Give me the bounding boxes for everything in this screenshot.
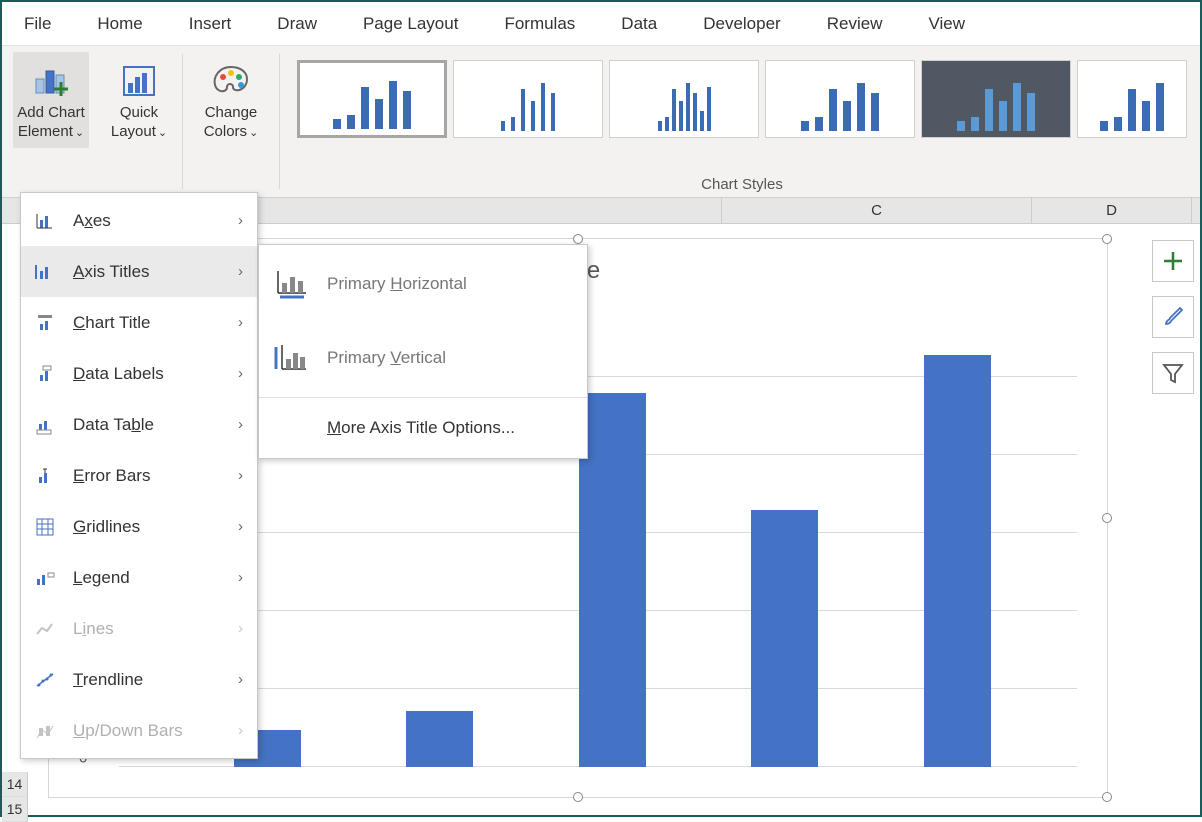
legend-icon [31, 567, 59, 589]
axis-titles-submenu: Primary Horizontal Primary Vertical More… [258, 244, 588, 459]
change-colors-button[interactable]: Change Colors⌄ [200, 52, 263, 148]
chevron-right-icon: › [238, 416, 243, 433]
data-table-icon [31, 414, 59, 436]
submenu-primary-vertical[interactable]: Primary Vertical [259, 321, 587, 395]
quick-layout-icon [118, 58, 160, 104]
tab-review[interactable]: Review [825, 8, 885, 40]
ribbon-tabs: File Home Insert Draw Page Layout Formul… [2, 2, 1200, 46]
chevron-right-icon: › [238, 314, 243, 331]
chevron-right-icon: › [238, 365, 243, 382]
trendline-icon [31, 669, 59, 691]
menu-lines: Lines › [21, 603, 257, 654]
tab-data[interactable]: Data [619, 8, 659, 40]
axes-icon [31, 210, 59, 232]
add-chart-element-label1: Add Chart [17, 104, 85, 121]
row-header-15[interactable]: 15 [2, 797, 28, 822]
tab-home[interactable]: Home [95, 8, 144, 40]
chart-title-icon [31, 312, 59, 334]
change-colors-label1: Change [205, 104, 258, 121]
menu-legend[interactable]: Legend › [21, 552, 257, 603]
axis-titles-icon [31, 261, 59, 283]
quick-layout-label1: Quick [120, 104, 158, 121]
chevron-right-icon: › [238, 212, 243, 229]
menu-chart-title[interactable]: Chart Title › [21, 297, 257, 348]
submenu-primary-horizontal[interactable]: Primary Horizontal [259, 247, 587, 321]
chevron-right-icon: › [238, 722, 243, 739]
menu-axis-titles[interactable]: Axis Titles › [21, 246, 257, 297]
primary-vertical-icon [269, 341, 313, 375]
chart-style-4[interactable] [765, 60, 915, 138]
up-down-bars-icon [31, 720, 59, 742]
menu-error-bars[interactable]: Error Bars › [21, 450, 257, 501]
col-header-c[interactable]: C [722, 198, 1032, 223]
plus-icon [1160, 248, 1186, 274]
tab-file[interactable]: File [22, 8, 53, 40]
gridlines-icon [31, 516, 59, 538]
chevron-right-icon: › [238, 263, 243, 280]
chart-style-5[interactable] [921, 60, 1071, 138]
brush-icon [1160, 304, 1186, 330]
chevron-right-icon: › [238, 671, 243, 688]
chart-filter-button[interactable] [1152, 352, 1194, 394]
quick-layout-button[interactable]: Quick Layout⌄ [107, 52, 171, 148]
chart-style-2[interactable] [453, 60, 603, 138]
lines-icon [31, 618, 59, 640]
chart-styles-label: Chart Styles [284, 176, 1200, 193]
error-bars-icon [31, 465, 59, 487]
chart-style-1[interactable] [297, 60, 447, 138]
tab-draw[interactable]: Draw [275, 8, 319, 40]
menu-data-labels[interactable]: Data Labels › [21, 348, 257, 399]
chevron-right-icon: › [238, 620, 243, 637]
chevron-right-icon: › [238, 518, 243, 535]
menu-data-table[interactable]: Data Table › [21, 399, 257, 450]
funnel-icon [1160, 360, 1186, 386]
menu-axes[interactable]: Axes › [21, 195, 257, 246]
menu-up-down-bars: Up/Down Bars › [21, 705, 257, 756]
tab-developer[interactable]: Developer [701, 8, 783, 40]
tab-page-layout[interactable]: Page Layout [361, 8, 460, 40]
add-chart-element-menu: Axes › Axis Titles › Chart Title › Data … [20, 192, 258, 759]
chart-elements-button[interactable] [1152, 240, 1194, 282]
ribbon-content: Add Chart Element⌄ Quick Layout⌄ [2, 46, 1200, 198]
tab-view[interactable]: View [926, 8, 967, 40]
quick-layout-label2: Layout [111, 123, 156, 140]
primary-horizontal-icon [269, 267, 313, 301]
submenu-more-options[interactable]: More Axis Title Options... [259, 400, 587, 456]
menu-gridlines[interactable]: Gridlines › [21, 501, 257, 552]
add-chart-element-button[interactable]: Add Chart Element⌄ [13, 52, 89, 148]
chart-style-3[interactable] [609, 60, 759, 138]
chart-styles-gallery [293, 52, 1191, 146]
menu-trendline[interactable]: Trendline › [21, 654, 257, 705]
data-labels-icon [31, 363, 59, 385]
change-colors-label2: Colors [204, 123, 247, 140]
chevron-right-icon: › [238, 569, 243, 586]
palette-icon [209, 58, 253, 104]
add-chart-element-icon [30, 58, 72, 104]
chevron-right-icon: › [238, 467, 243, 484]
tab-formulas[interactable]: Formulas [502, 8, 577, 40]
chart-styles-button[interactable] [1152, 296, 1194, 338]
add-chart-element-label2: Element [18, 123, 73, 140]
chart-style-6[interactable] [1077, 60, 1187, 138]
tab-insert[interactable]: Insert [187, 8, 234, 40]
row-header-14[interactable]: 14 [2, 772, 28, 797]
col-header-d[interactable]: D [1032, 198, 1192, 223]
